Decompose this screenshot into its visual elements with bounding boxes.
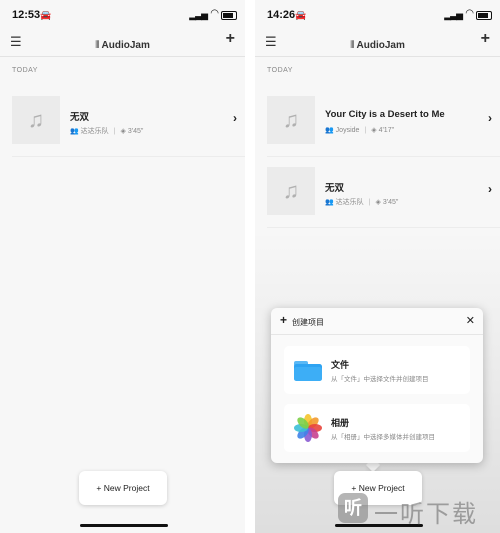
battery-icon bbox=[476, 11, 492, 20]
app-title: ⦀ AudioJam bbox=[0, 35, 245, 53]
status-time: 12:53 bbox=[12, 9, 41, 21]
new-project-button[interactable]: + New Project bbox=[79, 471, 167, 505]
music-note-icon: ♫ bbox=[282, 178, 300, 203]
popup-title: 创建项目 bbox=[292, 318, 324, 327]
watermark: 听 一听下载 bbox=[338, 491, 496, 528]
home-indicator bbox=[80, 524, 168, 527]
phone-screen-right: 14:26 🚘 ▂▃▅ ◠ ☰ ⦀ AudioJam + TODAY ♫ Your… bbox=[255, 0, 500, 533]
song-thumbnail: ♫ bbox=[267, 96, 315, 144]
artist-icon: 👥 bbox=[325, 127, 334, 134]
song-title: Your City is a Desert to Me bbox=[325, 109, 445, 120]
create-project-popup: + 创建项目 ✕ 文件 从「文件」中选择文件并创建项目 相册 从「相册」中选择多… bbox=[271, 308, 483, 463]
option-photos[interactable]: 相册 从「相册」中选择多媒体并创建项目 bbox=[284, 404, 470, 452]
meta-separator: | bbox=[113, 128, 116, 135]
add-icon[interactable]: + bbox=[226, 30, 235, 48]
song-duration: 4'17" bbox=[378, 127, 395, 134]
wifi-icon: ◠ bbox=[465, 8, 474, 19]
battery-icon bbox=[221, 11, 237, 20]
status-bar: 14:26 🚘 ▂▃▅ ◠ bbox=[255, 0, 500, 30]
song-title: 无双 bbox=[70, 112, 90, 123]
chevron-right-icon: › bbox=[488, 111, 492, 125]
song-thumbnail: ♫ bbox=[12, 96, 60, 144]
song-duration: 3'45" bbox=[127, 128, 144, 135]
artist-icon: 👥 bbox=[70, 128, 79, 135]
signal-icon: ▂▃▅ bbox=[189, 10, 208, 20]
watermark-text: 一听下载 bbox=[374, 501, 478, 528]
duration-icon: ◈ bbox=[120, 128, 126, 135]
chevron-right-icon: › bbox=[488, 182, 492, 196]
option-label: 文件 bbox=[331, 360, 350, 370]
song-thumbnail: ♫ bbox=[267, 167, 315, 215]
music-note-icon: ♫ bbox=[27, 107, 45, 132]
car-icon: 🚘 bbox=[295, 10, 307, 20]
artist-icon: 👥 bbox=[325, 199, 334, 206]
duration-icon: ◈ bbox=[375, 199, 381, 206]
wifi-icon: ◠ bbox=[210, 8, 219, 19]
song-artist: 达达乐队 bbox=[335, 199, 364, 206]
nav-divider bbox=[0, 56, 245, 57]
close-icon[interactable]: ✕ bbox=[466, 314, 475, 327]
section-header-today: TODAY bbox=[267, 67, 293, 74]
navigation-bar: ☰ ⦀ AudioJam + bbox=[0, 30, 245, 54]
song-row[interactable]: ♫ Your City is a Desert to Me 👥 Joyside |… bbox=[255, 85, 500, 155]
app-title: ⦀ AudioJam bbox=[255, 35, 500, 53]
signal-icon: ▂▃▅ bbox=[444, 10, 463, 20]
song-artist: Joyside bbox=[335, 127, 360, 134]
plus-icon: + bbox=[280, 313, 288, 327]
option-label: 相册 bbox=[331, 418, 350, 428]
phone-screen-left: 12:53 🚘 ▂▃▅ ◠ ☰ ⦀ AudioJam + TODAY ♫ 无双 👥… bbox=[0, 0, 245, 533]
app-title-text: AudioJam bbox=[101, 40, 150, 51]
song-duration: 3'45" bbox=[382, 199, 399, 206]
duration-icon: ◈ bbox=[371, 127, 377, 134]
song-meta: 👥 达达乐队 | ◈ 3'45" bbox=[70, 126, 143, 136]
app-title-text: AudioJam bbox=[356, 40, 405, 51]
row-divider bbox=[267, 227, 500, 228]
music-note-icon: ♫ bbox=[282, 107, 300, 132]
navigation-bar: ☰ ⦀ AudioJam + bbox=[255, 30, 500, 54]
waveform-icon: ⦀ bbox=[350, 40, 355, 51]
song-meta: 👥 达达乐队 | ◈ 3'45" bbox=[325, 197, 398, 207]
status-time: 14:26 bbox=[267, 9, 296, 21]
waveform-icon: ⦀ bbox=[95, 40, 100, 51]
song-title: 无双 bbox=[325, 183, 345, 194]
song-row[interactable]: ♫ 无双 👥 达达乐队 | ◈ 3'45" › bbox=[255, 156, 500, 226]
meta-separator: | bbox=[368, 199, 371, 206]
meta-separator: | bbox=[364, 127, 367, 134]
watermark-logo: 听 bbox=[338, 493, 368, 523]
song-artist: 达达乐队 bbox=[80, 128, 109, 135]
section-header-today: TODAY bbox=[12, 67, 38, 74]
chevron-right-icon: › bbox=[233, 111, 237, 125]
nav-divider bbox=[255, 56, 500, 57]
add-icon[interactable]: + bbox=[481, 30, 490, 48]
option-description: 从「文件」中选择文件并创建项目 bbox=[331, 376, 429, 383]
popup-header: + 创建项目 ✕ bbox=[271, 308, 483, 335]
row-divider bbox=[12, 156, 245, 157]
option-description: 从「相册」中选择多媒体并创建项目 bbox=[331, 434, 435, 441]
song-row[interactable]: ♫ 无双 👥 达达乐队 | ◈ 3'45" › bbox=[0, 85, 245, 155]
photos-icon bbox=[294, 414, 322, 442]
folder-icon bbox=[294, 361, 322, 381]
song-meta: 👥 Joyside | ◈ 4'17" bbox=[325, 126, 394, 134]
option-files[interactable]: 文件 从「文件」中选择文件并创建项目 bbox=[284, 346, 470, 394]
car-icon: 🚘 bbox=[40, 10, 52, 20]
status-bar: 12:53 🚘 ▂▃▅ ◠ bbox=[0, 0, 245, 30]
